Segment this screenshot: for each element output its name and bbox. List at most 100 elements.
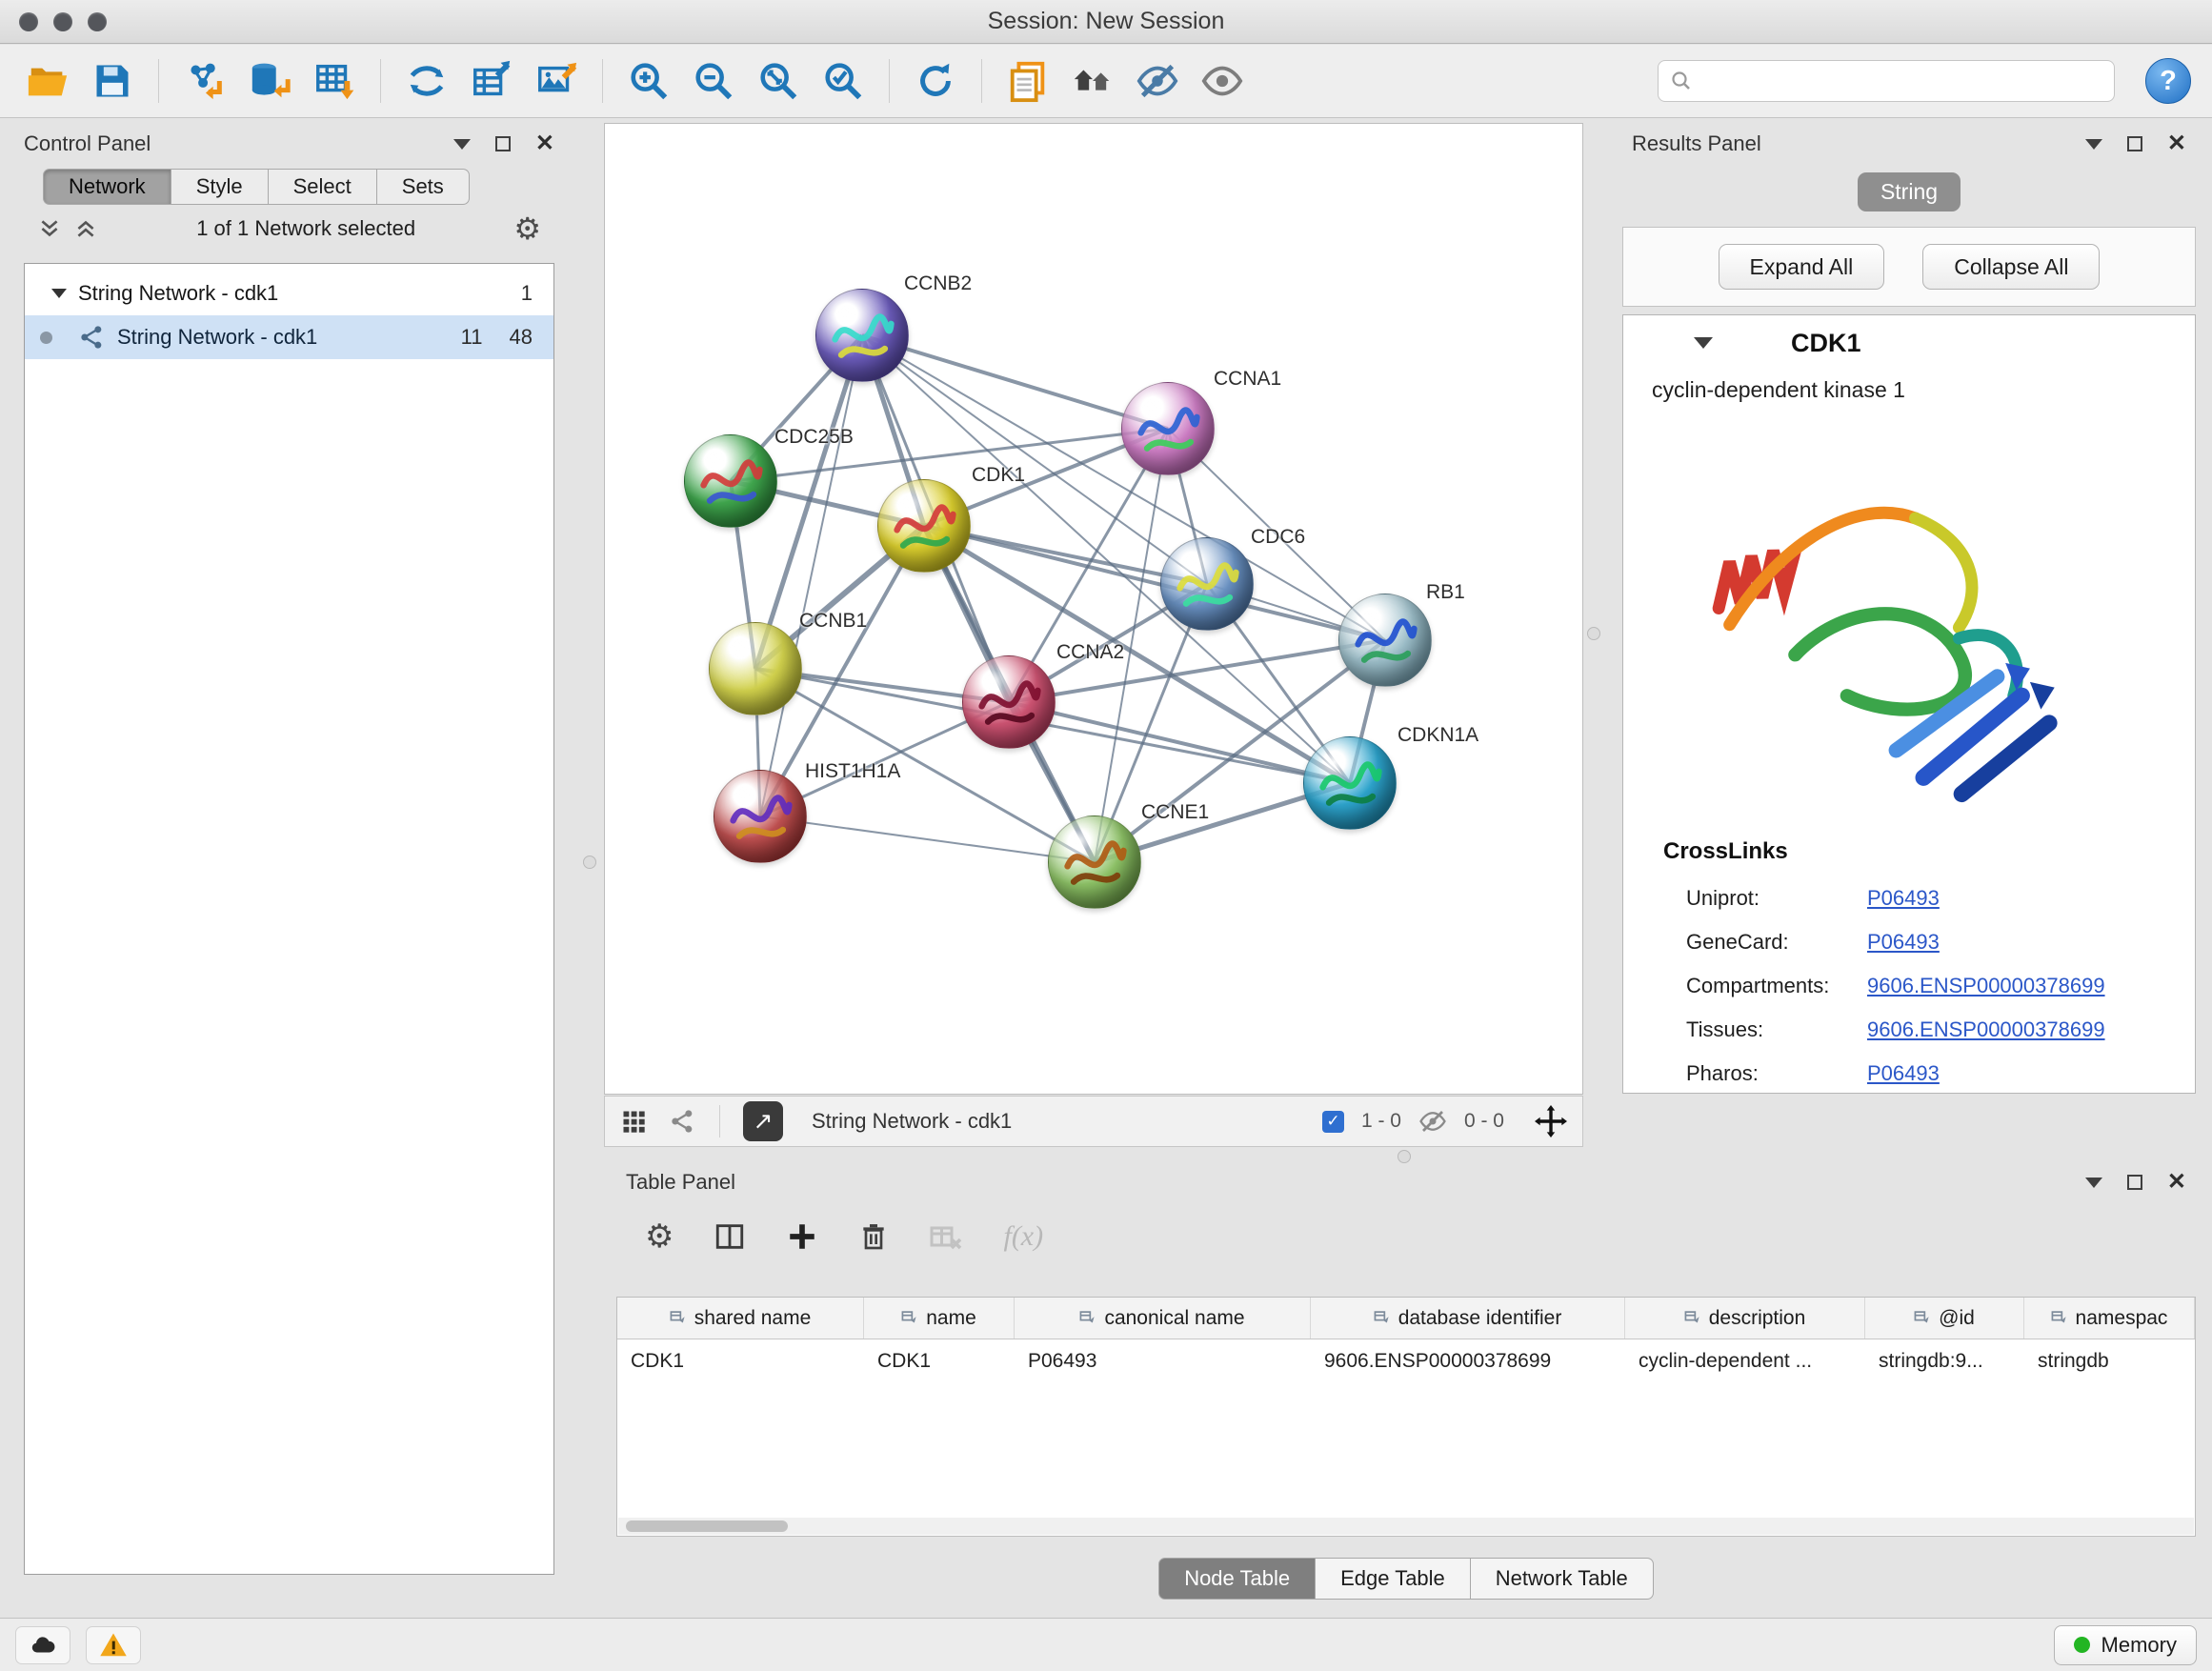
splitter-handle[interactable] [1398, 1150, 1411, 1163]
network-node-ccnb1[interactable] [709, 622, 802, 715]
network-node-ccne1[interactable] [1048, 815, 1141, 909]
birds-eye-grid-icon[interactable] [620, 1108, 647, 1135]
splitter-handle[interactable] [1587, 627, 1600, 640]
close-panel-icon[interactable]: ✕ [2167, 132, 2186, 155]
search-input[interactable] [1700, 70, 2102, 92]
column-header-description[interactable]: description [1625, 1298, 1865, 1339]
table-cell[interactable]: CDK1 [617, 1339, 864, 1383]
export-image-button[interactable] [530, 54, 583, 108]
tab-node-table[interactable]: Node Table [1158, 1558, 1316, 1600]
import-network-file-button[interactable] [178, 54, 231, 108]
tab-sets[interactable]: Sets [377, 169, 470, 205]
gene-entry-header[interactable]: CDK1 [1623, 315, 2195, 371]
table-cell[interactable]: 9606.ENSP00000378699 [1311, 1339, 1625, 1383]
tree-caret-icon[interactable] [51, 289, 67, 298]
network-collection-row[interactable]: String Network - cdk1 1 [25, 272, 553, 315]
expand-all-chevrons-icon[interactable] [37, 216, 62, 241]
memory-button[interactable]: Memory [2054, 1625, 2197, 1665]
documents-button[interactable] [1001, 54, 1055, 108]
network-node-cdc25b[interactable] [684, 434, 777, 528]
column-header-database-identifier[interactable]: database identifier [1311, 1298, 1625, 1339]
float-panel-icon[interactable] [495, 136, 511, 151]
network-edge[interactable] [924, 526, 1385, 640]
crosslink-link[interactable]: 9606.ENSP00000378699 [1867, 1017, 2105, 1042]
show-columns-icon[interactable] [714, 1220, 746, 1253]
zoom-in-button[interactable] [622, 54, 675, 108]
network-node-hist1h1a[interactable] [714, 770, 807, 863]
close-window-button[interactable] [19, 12, 38, 31]
network-canvas[interactable]: CCNB2 CCNA1 CDC25B CDK1 CDC6 RB1CCNB1 CC… [604, 123, 1583, 1095]
show-selected-button[interactable] [1196, 54, 1249, 108]
network-node-rb1[interactable] [1338, 594, 1432, 687]
collapse-all-chevrons-icon[interactable] [73, 216, 98, 241]
table-cell[interactable]: CDK1 [864, 1339, 1015, 1383]
network-node-cdk1[interactable] [877, 479, 971, 573]
close-panel-icon[interactable]: ✕ [2167, 1171, 2186, 1194]
table-cell[interactable]: P06493 [1015, 1339, 1311, 1383]
network-from-selection-button[interactable] [400, 54, 453, 108]
cloud-button[interactable] [15, 1626, 70, 1664]
gear-icon[interactable]: ⚙ [513, 213, 541, 244]
table-cell[interactable]: stringdb:9... [1865, 1339, 2024, 1383]
table-cell[interactable]: cyclin-dependent ... [1625, 1339, 1865, 1383]
table-row[interactable]: CDK1CDK1P064939606.ENSP00000378699cyclin… [617, 1339, 2195, 1383]
delete-column-trash-icon[interactable] [858, 1221, 889, 1252]
refresh-view-button[interactable] [909, 54, 962, 108]
tab-edge-table[interactable]: Edge Table [1316, 1558, 1471, 1600]
import-table-button[interactable] [308, 54, 361, 108]
zoom-window-button[interactable] [88, 12, 107, 31]
import-network-database-button[interactable] [243, 54, 296, 108]
crosslink-link[interactable]: P06493 [1867, 1061, 1940, 1086]
crosslink-link[interactable]: P06493 [1867, 930, 1940, 955]
expand-all-button[interactable]: Expand All [1719, 244, 1885, 290]
scrollbar-thumb[interactable] [626, 1520, 788, 1532]
close-panel-icon[interactable]: ✕ [535, 132, 554, 155]
column-header-namespac[interactable]: namespac [2024, 1298, 2195, 1339]
table-horizontal-scrollbar[interactable] [618, 1518, 2194, 1535]
table-cell[interactable]: stringdb [2024, 1339, 2195, 1383]
add-column-plus-icon[interactable] [786, 1220, 818, 1253]
tab-network[interactable]: Network [43, 169, 171, 205]
column-header--id[interactable]: @id [1865, 1298, 2024, 1339]
network-node-cdkn1a[interactable] [1303, 736, 1397, 830]
window-controls[interactable] [19, 12, 107, 31]
splitter-handle[interactable] [583, 856, 596, 869]
network-row-selected[interactable]: String Network - cdk1 11 48 [25, 315, 553, 359]
selected-checkbox-icon[interactable]: ✓ [1322, 1111, 1344, 1133]
search-box[interactable] [1658, 60, 2115, 102]
string-tab[interactable]: String [1858, 172, 1961, 211]
tab-select[interactable]: Select [269, 169, 377, 205]
network-node-cdc6[interactable] [1160, 537, 1254, 631]
tab-network-table[interactable]: Network Table [1471, 1558, 1654, 1600]
network-edge[interactable] [760, 335, 862, 816]
zoom-out-button[interactable] [687, 54, 740, 108]
warning-button[interactable] [86, 1626, 141, 1664]
column-header-canonical-name[interactable]: canonical name [1015, 1298, 1311, 1339]
column-header-shared-name[interactable]: shared name [617, 1298, 864, 1339]
column-header-name[interactable]: name [864, 1298, 1015, 1339]
save-session-button[interactable] [86, 54, 139, 108]
crosslink-link[interactable]: P06493 [1867, 886, 1940, 911]
network-node-ccna1[interactable] [1121, 382, 1215, 475]
zoom-selected-button[interactable] [816, 54, 870, 108]
float-panel-icon[interactable] [2127, 1175, 2142, 1190]
network-node-ccna2[interactable] [962, 655, 1056, 749]
collapse-all-button[interactable]: Collapse All [1922, 244, 2100, 290]
open-session-button[interactable] [21, 54, 74, 108]
float-panel-icon[interactable] [2127, 136, 2142, 151]
crosslink-link[interactable]: 9606.ENSP00000378699 [1867, 974, 2105, 998]
collapse-panel-icon[interactable] [453, 139, 471, 150]
houses-button[interactable] [1066, 54, 1119, 108]
tab-style[interactable]: Style [171, 169, 269, 205]
export-table-button[interactable] [465, 54, 518, 108]
network-node-ccnb2[interactable] [815, 289, 909, 382]
collapse-panel-icon[interactable] [2085, 139, 2102, 150]
share-network-icon[interactable] [670, 1108, 696, 1135]
open-in-new-window-button[interactable]: ↗ [743, 1101, 783, 1141]
network-edge[interactable] [760, 816, 1095, 862]
pan-crosshair-icon[interactable] [1535, 1105, 1567, 1137]
zoom-fit-button[interactable] [752, 54, 805, 108]
minimize-window-button[interactable] [53, 12, 72, 31]
table-settings-gear-icon[interactable]: ⚙ [645, 1220, 674, 1253]
help-button[interactable]: ? [2145, 58, 2191, 104]
